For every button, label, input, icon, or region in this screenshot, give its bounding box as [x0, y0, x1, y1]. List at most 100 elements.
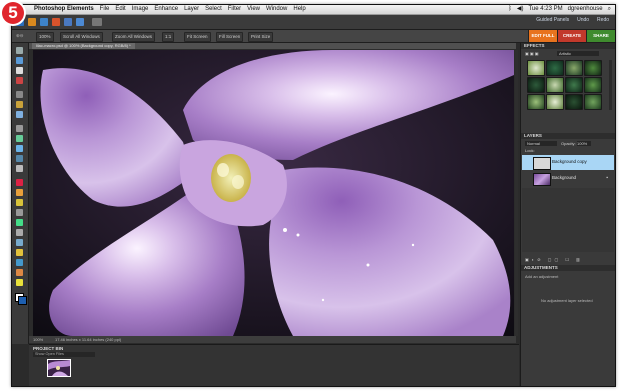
effect-thumbnail-5[interactable] [527, 77, 545, 93]
open-file-icon[interactable] [52, 18, 60, 26]
lasso-tool-icon[interactable] [16, 101, 23, 108]
menu-layer[interactable]: Layer [184, 5, 199, 14]
effect-thumbnail-9[interactable] [527, 94, 545, 110]
menu-image[interactable]: Image [132, 5, 149, 14]
image-canvas[interactable] [33, 50, 514, 336]
mode-tabs: EDIT FULL CREATE SHARE [528, 30, 615, 42]
zoom-tool-icon: ⊕⊖ [16, 33, 24, 38]
menu-clock[interactable]: Tue 4:23 PM [528, 5, 562, 14]
effect-thumbnail-12[interactable] [584, 94, 602, 110]
project-bin-thumbnail[interactable] [47, 359, 71, 377]
fit-screen-button[interactable]: Fit Screen [184, 32, 211, 42]
mac-menu-bar: Photoshop Elements File Edit Image Enhan… [12, 5, 615, 15]
redo-button[interactable]: Redo [597, 17, 609, 23]
lilac-flower-photo [33, 50, 514, 336]
step-number-badge: 5 [2, 2, 24, 24]
actual-pixels-button[interactable]: 1:1 [162, 32, 175, 42]
type-tool-icon[interactable] [16, 125, 23, 132]
zoom-all-windows-checkbox[interactable]: Zoom All Windows [112, 32, 156, 42]
menu-app-name[interactable]: Photoshop Elements [34, 5, 94, 14]
paint-bucket-tool-icon[interactable] [16, 209, 23, 216]
move-tool-icon[interactable] [16, 47, 23, 54]
print-icon[interactable] [76, 18, 84, 26]
tool-options-bar: ⊕⊖ 100% Scroll All Windows Zoom All Wind… [12, 30, 615, 43]
hand-tool-icon[interactable] [16, 67, 23, 74]
recompose-tool-icon[interactable] [16, 269, 23, 276]
bluetooth-icon[interactable]: ᛒ [508, 5, 512, 14]
sponge-tool-icon[interactable] [16, 249, 23, 256]
scroll-all-windows-checkbox[interactable]: Scroll All Windows [60, 32, 103, 42]
gradient-tool-icon[interactable] [16, 219, 23, 226]
shape-tool-icon[interactable] [16, 229, 23, 236]
adjustments-panel-title[interactable]: ADJUSTMENTS [521, 265, 615, 271]
menu-enhance[interactable]: Enhance [154, 5, 178, 14]
spotlight-search-icon[interactable]: ⌕ [608, 5, 611, 14]
effect-thumbnail-3[interactable] [565, 60, 583, 76]
marquee-tool-icon[interactable] [16, 91, 23, 98]
red-eye-tool-icon[interactable] [16, 145, 23, 152]
quick-selection-tool-icon[interactable] [16, 111, 23, 118]
adjustments-subtitle: Add an adjustment [525, 274, 559, 279]
menu-filter[interactable]: Filter [228, 5, 241, 14]
straighten-tool-icon[interactable] [16, 279, 23, 286]
effect-thumbnail-6[interactable] [546, 77, 564, 93]
volume-icon[interactable]: ◀) [517, 5, 524, 14]
clone-stamp-tool-icon[interactable] [16, 165, 23, 172]
background-color-swatch[interactable] [18, 296, 27, 305]
layer-row-background-copy[interactable]: Background copy [522, 155, 614, 170]
menu-status-area: ᛒ ◀) Tue 4:23 PM dgreenhouse ⌕ [508, 5, 611, 14]
effects-scrollbar[interactable] [609, 60, 612, 110]
flower-thumbnail-image [48, 360, 70, 376]
blend-mode-dropdown[interactable]: Normal [525, 141, 557, 146]
save-icon[interactable] [64, 18, 72, 26]
menu-select[interactable]: Select [205, 5, 222, 14]
effect-thumbnail-10[interactable] [546, 94, 564, 110]
layers-panel-footer-icons[interactable]: ▣◐⊘ ▢▢ ☐ ▥ [525, 257, 583, 262]
tab-create[interactable]: CREATE [557, 30, 586, 42]
effects-category-dropdown[interactable]: Artistic [557, 51, 599, 56]
effect-thumbnail-1[interactable] [527, 60, 545, 76]
menu-user[interactable]: dgreenhouse [568, 5, 603, 14]
layer-row-background[interactable]: Background ▪ [522, 171, 614, 186]
eyedropper-tool-icon[interactable] [16, 77, 23, 84]
document-tab[interactable]: lilac-macro.psd @ 100% (Background copy,… [32, 43, 135, 49]
new-file-icon[interactable] [40, 18, 48, 26]
menu-file[interactable]: File [100, 5, 110, 14]
crop-tool-icon[interactable] [16, 135, 23, 142]
organizer-icon[interactable] [28, 18, 36, 26]
layers-panel-title[interactable]: LAYERS [521, 133, 615, 139]
brush-tool-icon[interactable] [16, 189, 23, 196]
status-zoom[interactable]: 100% [33, 336, 43, 343]
print-size-button[interactable]: Print Size [248, 32, 274, 42]
blur-tool-icon[interactable] [16, 239, 23, 246]
effects-filter-icons[interactable]: ▣ ▣ ▣ [525, 51, 539, 56]
tab-share[interactable]: SHARE [586, 30, 615, 42]
menu-window[interactable]: Window [266, 5, 287, 14]
menu-edit[interactable]: Edit [115, 5, 125, 14]
guided-panels-link[interactable]: Guided Panels [536, 17, 569, 23]
undo-button[interactable]: Undo [577, 17, 589, 23]
arrange-icon[interactable] [92, 18, 102, 26]
canvas-vertical-scrollbar[interactable] [515, 50, 518, 336]
lock-label: Lock: [525, 148, 535, 153]
toolbox [12, 43, 29, 344]
effect-thumbnail-4[interactable] [584, 60, 602, 76]
effects-panel-title[interactable]: EFFECTS [521, 43, 615, 49]
eraser-tool-icon[interactable] [16, 179, 23, 186]
smart-brush-tool-icon[interactable] [16, 199, 23, 206]
effect-thumbnail-11[interactable] [565, 94, 583, 110]
opacity-field[interactable]: 100% [577, 141, 591, 146]
zoom-level-field[interactable]: 100% [36, 32, 54, 42]
zoom-tool-icon[interactable] [16, 57, 23, 64]
fill-screen-button[interactable]: Fill Screen [216, 32, 244, 42]
menu-help[interactable]: Help [293, 5, 305, 14]
pencil-tool-icon[interactable] [16, 259, 23, 266]
layer-name: Background copy [552, 159, 587, 164]
healing-brush-tool-icon[interactable] [16, 155, 23, 162]
project-bin-show-dropdown[interactable]: Show Open Files [33, 352, 95, 357]
tab-edit-full[interactable]: EDIT FULL [528, 30, 557, 42]
effect-thumbnail-7[interactable] [565, 77, 583, 93]
effect-thumbnail-2[interactable] [546, 60, 564, 76]
effect-thumbnail-8[interactable] [584, 77, 602, 93]
menu-view[interactable]: View [247, 5, 260, 14]
